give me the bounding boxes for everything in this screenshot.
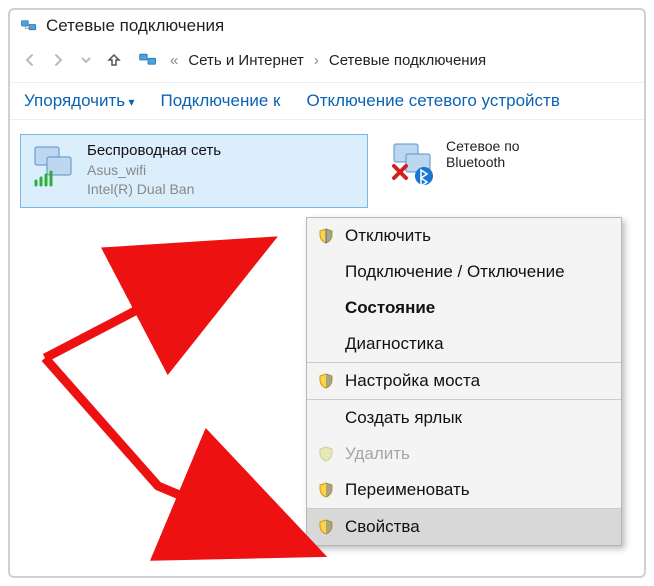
content-area: Беспроводная сеть Asus_wifi Intel(R) Dua… (10, 120, 644, 222)
network-path-icon (138, 50, 158, 70)
shield-icon (317, 445, 335, 463)
connection-item-wireless[interactable]: Беспроводная сеть Asus_wifi Intel(R) Dua… (20, 134, 368, 208)
no-icon (317, 335, 335, 353)
shield-icon (317, 372, 335, 390)
no-icon (317, 409, 335, 427)
ctx-create-shortcut[interactable]: Создать ярлык (307, 399, 621, 436)
ctx-delete: Удалить (307, 436, 621, 472)
window-title: Сетевые подключения (46, 16, 224, 36)
shield-icon (317, 481, 335, 499)
connection-adapter: Intel(R) Dual Ban (87, 180, 221, 199)
ctx-label: Переименовать (345, 480, 609, 500)
ctx-rename[interactable]: Переименовать (307, 472, 621, 508)
no-icon (317, 263, 335, 281)
ctx-diagnostics[interactable]: Диагностика (307, 326, 621, 362)
ctx-label: Состояние (345, 298, 609, 318)
recent-dropdown[interactable] (74, 48, 98, 72)
context-menu: Отключить Подключение / Отключение Состо… (306, 217, 622, 546)
connection-name: Беспроводная сеть (87, 141, 221, 161)
shield-icon (317, 227, 335, 245)
ctx-label: Создать ярлык (345, 408, 609, 428)
ctx-label: Настройка моста (345, 371, 609, 391)
window-frame: Сетевые подключения « Сеть и Интернет › … (8, 8, 646, 578)
breadcrumb-seg-2[interactable]: Сетевые подключения (325, 52, 490, 69)
forward-button[interactable] (46, 48, 70, 72)
breadcrumb-prefix: « (168, 52, 180, 69)
connection-ssid: Asus_wifi (87, 161, 221, 180)
ctx-label: Подключение / Отключение (345, 262, 609, 282)
ctx-label: Отключить (345, 226, 609, 246)
address-bar: « Сеть и Интернет › Сетевые подключения (10, 42, 644, 82)
disable-device-button[interactable]: Отключение сетевого устройств (307, 91, 560, 111)
connect-to-button[interactable]: Подключение к (161, 91, 281, 111)
connection-line2: Bluetooth (446, 154, 520, 170)
no-icon (317, 299, 335, 317)
shield-icon (317, 518, 335, 536)
breadcrumb-sep-1: › (312, 52, 321, 69)
ctx-label: Удалить (345, 444, 609, 464)
connection-name: Сетевое по (446, 138, 520, 154)
bluetooth-adapter-icon (388, 138, 436, 186)
connection-item-text: Сетевое по Bluetooth (446, 138, 520, 170)
organise-menu[interactable]: Упорядочить (24, 91, 135, 111)
up-button[interactable] (102, 48, 126, 72)
ctx-disable[interactable]: Отключить (307, 218, 621, 254)
ctx-label: Свойства (345, 517, 609, 537)
breadcrumb-seg-1[interactable]: Сеть и Интернет (184, 52, 308, 69)
ctx-label: Диагностика (345, 334, 609, 354)
title-bar: Сетевые подключения (10, 10, 644, 42)
connection-item-bluetooth[interactable]: Сетевое по Bluetooth (388, 134, 520, 186)
ctx-connect-disconnect[interactable]: Подключение / Отключение (307, 254, 621, 290)
wireless-adapter-icon (29, 141, 77, 189)
ctx-properties[interactable]: Свойства (307, 508, 621, 545)
network-connections-icon (20, 17, 38, 35)
toolbar: Упорядочить Подключение к Отключение сет… (10, 82, 644, 120)
ctx-bridge[interactable]: Настройка моста (307, 362, 621, 399)
back-button[interactable] (18, 48, 42, 72)
connection-item-text: Беспроводная сеть Asus_wifi Intel(R) Dua… (87, 141, 221, 199)
ctx-status[interactable]: Состояние (307, 290, 621, 326)
